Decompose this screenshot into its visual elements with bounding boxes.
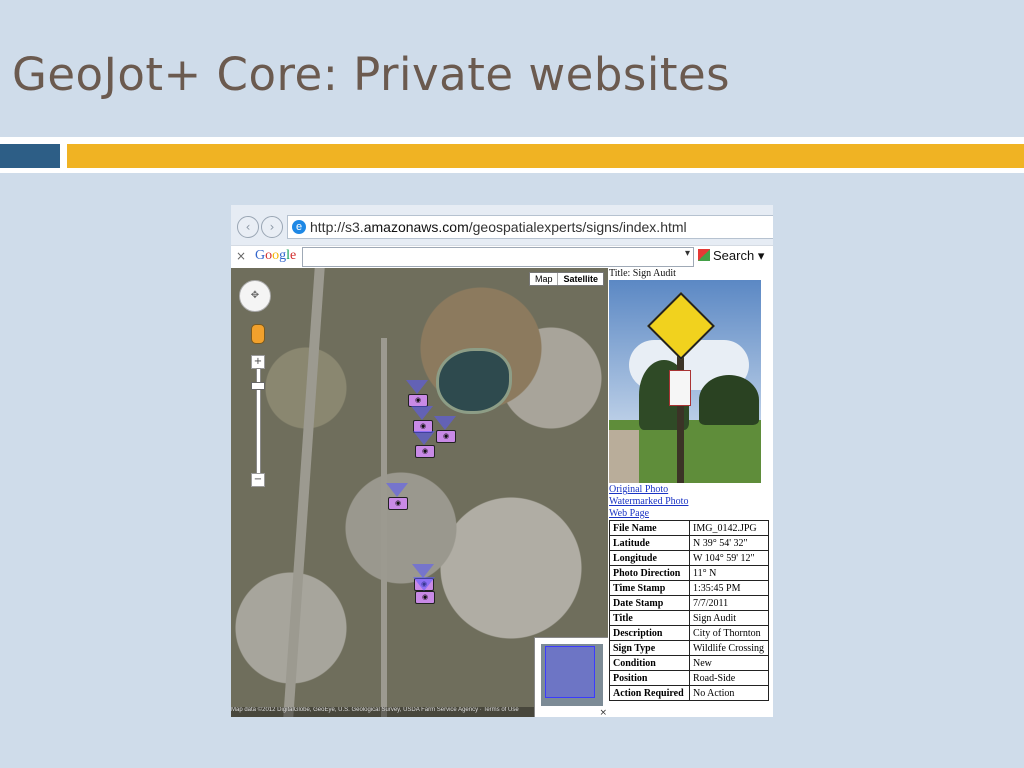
- attr-key: File Name: [609, 520, 690, 536]
- table-row: Time Stamp 1:35:45 PM: [609, 580, 769, 596]
- table-row: Description City of Thornton: [609, 625, 769, 641]
- attr-key: Sign Type: [609, 640, 690, 656]
- attr-value: 11° N: [689, 565, 769, 581]
- back-button[interactable]: ‹: [237, 216, 259, 238]
- camera-marker-icon[interactable]: ◉: [411, 406, 433, 433]
- attr-key: Description: [609, 625, 690, 641]
- attr-key: Latitude: [609, 535, 690, 551]
- table-row: File Name IMG_0142.JPG: [609, 520, 769, 536]
- attr-value: 1:35:45 PM: [689, 580, 769, 596]
- attr-value: IMG_0142.JPG: [689, 520, 769, 536]
- table-row: Longitude W 104° 59' 12": [609, 550, 769, 566]
- divider-blue: [0, 144, 60, 168]
- table-row: Date Stamp 7/7/2011: [609, 595, 769, 611]
- close-icon[interactable]: ×: [599, 708, 607, 717]
- table-row: Photo Direction 11° N: [609, 565, 769, 581]
- search-label: Search: [713, 248, 755, 263]
- google-search-input[interactable]: [302, 247, 694, 267]
- table-row: Position Road-Side: [609, 670, 769, 686]
- attr-key: Position: [609, 670, 690, 686]
- satellite-map[interactable]: Map Satellite ✥ + − ◉ ◉ ◉ ◉ ◉ ◉ ◉ × Map …: [231, 268, 608, 717]
- attr-value: New: [689, 655, 769, 671]
- google-search-button[interactable]: Search ▾: [698, 248, 764, 264]
- camera-marker-icon[interactable]: ◉: [406, 380, 428, 407]
- camera-marker-icon[interactable]: ◉: [386, 483, 408, 510]
- google-toolbar: × Google ▾ Search ▾: [231, 245, 773, 269]
- overview-viewport: [545, 646, 595, 698]
- table-row: Latitude N 39° 54' 32": [609, 535, 769, 551]
- map-copyright: Map data ©2012 DigitalGlobe, GeoEye, U.S…: [231, 707, 534, 717]
- google-icon: [698, 249, 710, 261]
- zoom-out-button[interactable]: −: [251, 473, 265, 487]
- map-type-control: Map Satellite: [528, 272, 604, 286]
- attr-value: 7/7/2011: [689, 595, 769, 611]
- ie-icon: e: [292, 220, 306, 234]
- attr-key: Longitude: [609, 550, 690, 566]
- forward-button[interactable]: ›: [261, 216, 283, 238]
- pan-control-icon[interactable]: ✥: [239, 280, 271, 312]
- photo-links: Original Photo Watermarked Photo Web Pag…: [609, 484, 688, 520]
- slide-title: GeoJot+ Core: Private websites: [12, 48, 731, 101]
- camera-marker-icon[interactable]: ◉: [413, 431, 435, 458]
- zoom-slider-thumb[interactable]: [251, 382, 265, 390]
- url-prefix: http://s3.: [310, 219, 364, 235]
- attr-value: Road-Side: [689, 670, 769, 686]
- info-title: Title: Sign Audit: [609, 268, 676, 279]
- web-page-link[interactable]: Web Page: [609, 508, 688, 520]
- camera-marker-icon[interactable]: ◉: [413, 577, 435, 604]
- address-bar[interactable]: e http://s3.amazonaws.com/geospatialexper…: [287, 215, 773, 239]
- browser-screenshot: ‹ › e http://s3.amazonaws.com/geospatiale…: [231, 205, 773, 717]
- original-photo-link[interactable]: Original Photo: [609, 484, 688, 496]
- attr-value: Sign Audit: [689, 610, 769, 626]
- road: [381, 338, 387, 717]
- url-domain: amazonaws.com: [363, 219, 469, 235]
- chevron-down-icon[interactable]: ▾: [685, 248, 690, 259]
- table-row: Sign Type Wildlife Crossing: [609, 640, 769, 656]
- info-panel: Title: Sign Audit Original Photo Waterma…: [608, 268, 773, 717]
- table-row: Title Sign Audit: [609, 610, 769, 626]
- attr-key: Time Stamp: [609, 580, 690, 596]
- attr-key: Date Stamp: [609, 595, 690, 611]
- attr-value: W 104° 59' 12": [689, 550, 769, 566]
- attribute-table: File Name IMG_0142.JPG Latitude N 39° 54' …: [609, 520, 769, 701]
- url-path: /geospatialexperts/signs/index.html: [468, 219, 687, 235]
- close-toolbar-icon[interactable]: ×: [236, 249, 246, 263]
- address-bar-row: ‹ › e http://s3.amazonaws.com/geospatiale…: [231, 205, 773, 245]
- attr-value: N 39° 54' 32": [689, 535, 769, 551]
- table-row: Action Required No Action: [609, 685, 769, 701]
- attr-key: Photo Direction: [609, 565, 690, 581]
- attr-value: City of Thornton: [689, 625, 769, 641]
- map-type-satellite[interactable]: Satellite: [558, 273, 603, 285]
- zoom-in-button[interactable]: +: [251, 355, 265, 369]
- attr-key: Title: [609, 610, 690, 626]
- google-logo: Google: [255, 248, 297, 263]
- attr-key: Action Required: [609, 685, 690, 701]
- attr-key: Condition: [609, 655, 690, 671]
- map-type-map[interactable]: Map: [530, 273, 559, 285]
- overview-map[interactable]: ×: [534, 637, 608, 717]
- divider-gold: [67, 144, 1024, 168]
- sign-photo: [609, 280, 761, 483]
- lake: [436, 348, 512, 414]
- camera-marker-icon[interactable]: ◉: [434, 416, 456, 443]
- attr-value: No Action: [689, 685, 769, 701]
- attr-value: Wildlife Crossing: [689, 640, 769, 656]
- table-row: Condition New: [609, 655, 769, 671]
- watermarked-photo-link[interactable]: Watermarked Photo: [609, 496, 688, 508]
- street-view-pegman-icon[interactable]: [251, 324, 265, 344]
